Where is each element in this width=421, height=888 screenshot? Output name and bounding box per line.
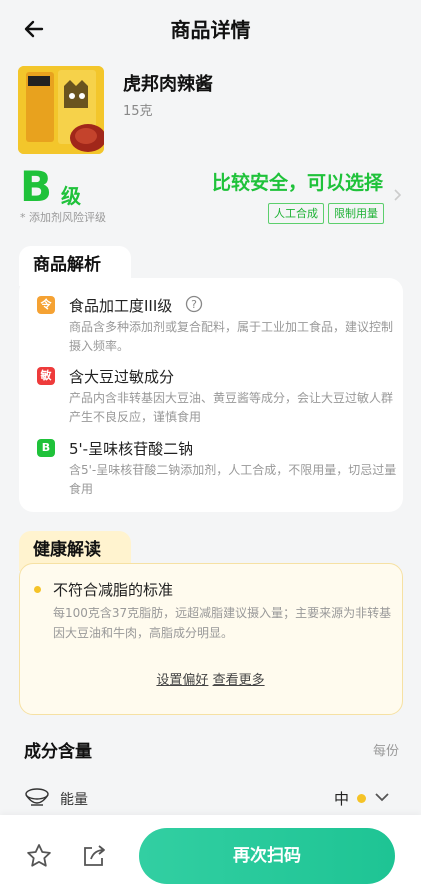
view-more-link[interactable]: 查看更多: [213, 673, 265, 688]
tag-artificial: 人工合成: [268, 203, 324, 224]
energy-level: 中: [334, 790, 350, 808]
additive-grade-icon: B: [37, 439, 55, 457]
product-weight: 15克: [123, 104, 153, 119]
svg-text:?: ?: [191, 298, 197, 311]
energy-level-dot: [357, 794, 366, 803]
composition-unit[interactable]: 每份: [373, 740, 399, 759]
health-item-title: 不符合减脂的标准: [53, 581, 174, 599]
set-preference-link[interactable]: 设置偏好: [156, 673, 208, 688]
product-photo-graphic: [18, 66, 104, 154]
processing-level-icon: 令: [37, 296, 55, 314]
health-links: 设置偏好 查看更多: [0, 669, 421, 688]
analysis-item-title: 食品加工度III级: [69, 297, 173, 315]
tag-limited: 限制用量: [328, 203, 384, 224]
product-image[interactable]: [18, 66, 104, 154]
scan-again-button[interactable]: 再次扫码: [139, 828, 395, 884]
grade-note: * 添加剂风险评级: [20, 211, 106, 224]
analysis-item-desc: 商品含多种添加剂或复合配料，属于工业加工食品，建议控制摄入频率。: [69, 320, 394, 353]
grade-letter: B: [20, 162, 53, 211]
star-icon[interactable]: [25, 842, 53, 870]
analysis-item-desc: 产品内含非转基因大豆油、黄豆酱等成分，会让大豆过敏人群产生不良反应，谨慎食用: [69, 391, 394, 424]
share-icon[interactable]: [80, 842, 108, 870]
chevron-right-icon[interactable]: [393, 188, 403, 202]
top-bar: 商品详情: [0, 0, 421, 56]
allergen-icon: 敏: [37, 367, 55, 385]
energy-label: 能量: [60, 792, 88, 808]
safety-verdict: 比较安全，可以选择: [211, 172, 383, 194]
product-name: 虎邦肉辣酱: [123, 74, 213, 95]
bullet-dot: [34, 586, 41, 593]
analysis-item-desc: 含5'-呈味核苷酸二钠添加剂，人工合成，不限用量，切忌过量食用: [69, 463, 397, 496]
analysis-item-title: 5'-呈味核苷酸二钠: [69, 440, 194, 458]
energy-bowl-icon: [25, 788, 49, 806]
chevron-down-icon[interactable]: [374, 791, 390, 803]
analysis-item-title: 含大豆过敏成分: [69, 368, 175, 386]
page-title: 商品详情: [170, 18, 251, 42]
grade-word: 级: [61, 184, 81, 208]
health-item-desc: 每100克含37克脂肪，远超减脂建议摄入量；主要来源为非转基因大豆油和牛肉，高脂…: [53, 606, 392, 640]
help-icon[interactable]: ?: [185, 295, 203, 313]
composition-title: 成分含量: [24, 742, 92, 762]
